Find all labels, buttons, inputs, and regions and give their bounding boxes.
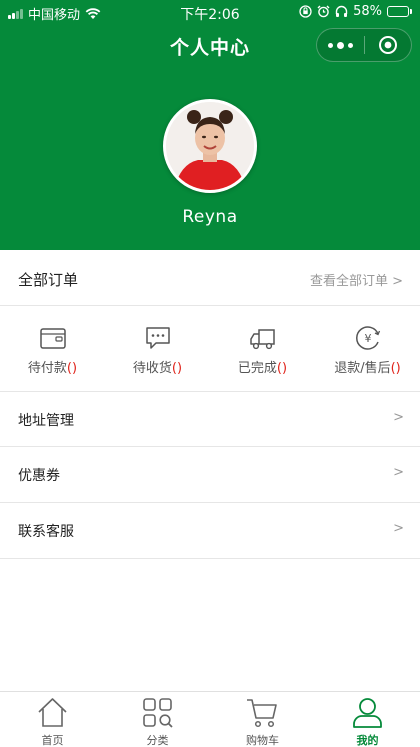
target-icon: [378, 36, 397, 54]
status-count: (): [276, 361, 288, 376]
yen-refund-icon: ¥: [356, 326, 381, 350]
profile-page: 中国移动 下午2:06 58% 个人中心 Reyna 全部订单 查看全部订单 >…: [0, 0, 420, 747]
menu-item-label: 地址管理: [18, 413, 74, 429]
wallet-icon: [40, 328, 66, 349]
avatar[interactable]: [163, 99, 257, 193]
home-icon: [38, 698, 67, 727]
chevron-right-icon: >: [393, 521, 404, 536]
tab-category[interactable]: 分类: [105, 692, 210, 747]
menu-item-customer-service[interactable]: 联系客服 >: [0, 503, 420, 559]
avatar-photo: [166, 102, 254, 190]
tab-label: 首页: [41, 734, 64, 747]
view-all-orders-link[interactable]: 查看全部订单 >: [310, 270, 403, 289]
truck-icon: [250, 329, 275, 350]
menu-item-label: 联系客服: [18, 524, 74, 540]
menu-item-label: 优惠券: [18, 468, 60, 484]
status-label: 待收货: [132, 361, 172, 376]
tab-home[interactable]: 首页: [0, 692, 105, 747]
order-status-refund[interactable]: ¥ 退款/售后(): [315, 307, 420, 391]
status-count: (): [390, 361, 401, 376]
menu-item-address[interactable]: 地址管理 >: [0, 391, 420, 447]
all-orders-row[interactable]: 全部订单 查看全部订单 >: [0, 250, 420, 306]
cart-icon: [247, 699, 277, 728]
status-right: 58%: [299, 4, 412, 19]
battery-percent: 58%: [353, 4, 382, 19]
status-label: 待付款: [27, 361, 67, 376]
tab-label: 分类: [146, 734, 169, 747]
chat-dots-icon: [146, 327, 170, 349]
status-label: 退款/售后: [334, 361, 391, 376]
order-status-pending-payment[interactable]: 待付款(): [0, 307, 105, 391]
tab-bar: 首页 分类 购物车 我的: [0, 691, 420, 747]
status-label: 已完成: [237, 361, 277, 376]
tab-label: 购物车: [246, 734, 279, 747]
user-icon: [353, 698, 382, 728]
alarm-icon: [317, 5, 330, 18]
close-miniprogram-button[interactable]: [365, 29, 411, 61]
status-count: (): [66, 361, 78, 376]
miniprogram-capsule: [316, 28, 412, 62]
order-status-awaiting-receipt[interactable]: 待收货(): [105, 307, 210, 391]
tab-cart[interactable]: 购物车: [210, 692, 315, 747]
svg-text:¥: ¥: [365, 332, 372, 345]
chevron-right-icon: >: [393, 465, 404, 480]
chevron-right-icon: >: [393, 410, 404, 425]
status-bar: 中国移动 下午2:06 58%: [0, 0, 420, 24]
menu-item-coupons[interactable]: 优惠券 >: [0, 447, 420, 503]
headphones-icon: [335, 5, 348, 17]
username: Reyna: [182, 207, 238, 227]
battery-icon: [387, 6, 412, 17]
order-status-row: 待付款() 待收货() 已完成() ¥ 退款/售后(): [0, 307, 420, 391]
status-count: (): [171, 361, 183, 376]
tab-label: 我的: [356, 734, 379, 747]
more-menu-button[interactable]: [317, 29, 364, 61]
profile-header: 中国移动 下午2:06 58% 个人中心 Reyna: [0, 0, 420, 250]
rotation-lock-icon: [299, 5, 312, 18]
all-orders-title: 全部订单: [18, 271, 79, 289]
order-status-completed[interactable]: 已完成(): [210, 307, 315, 391]
tab-mine[interactable]: 我的: [315, 692, 420, 747]
category-icon: [143, 698, 173, 728]
